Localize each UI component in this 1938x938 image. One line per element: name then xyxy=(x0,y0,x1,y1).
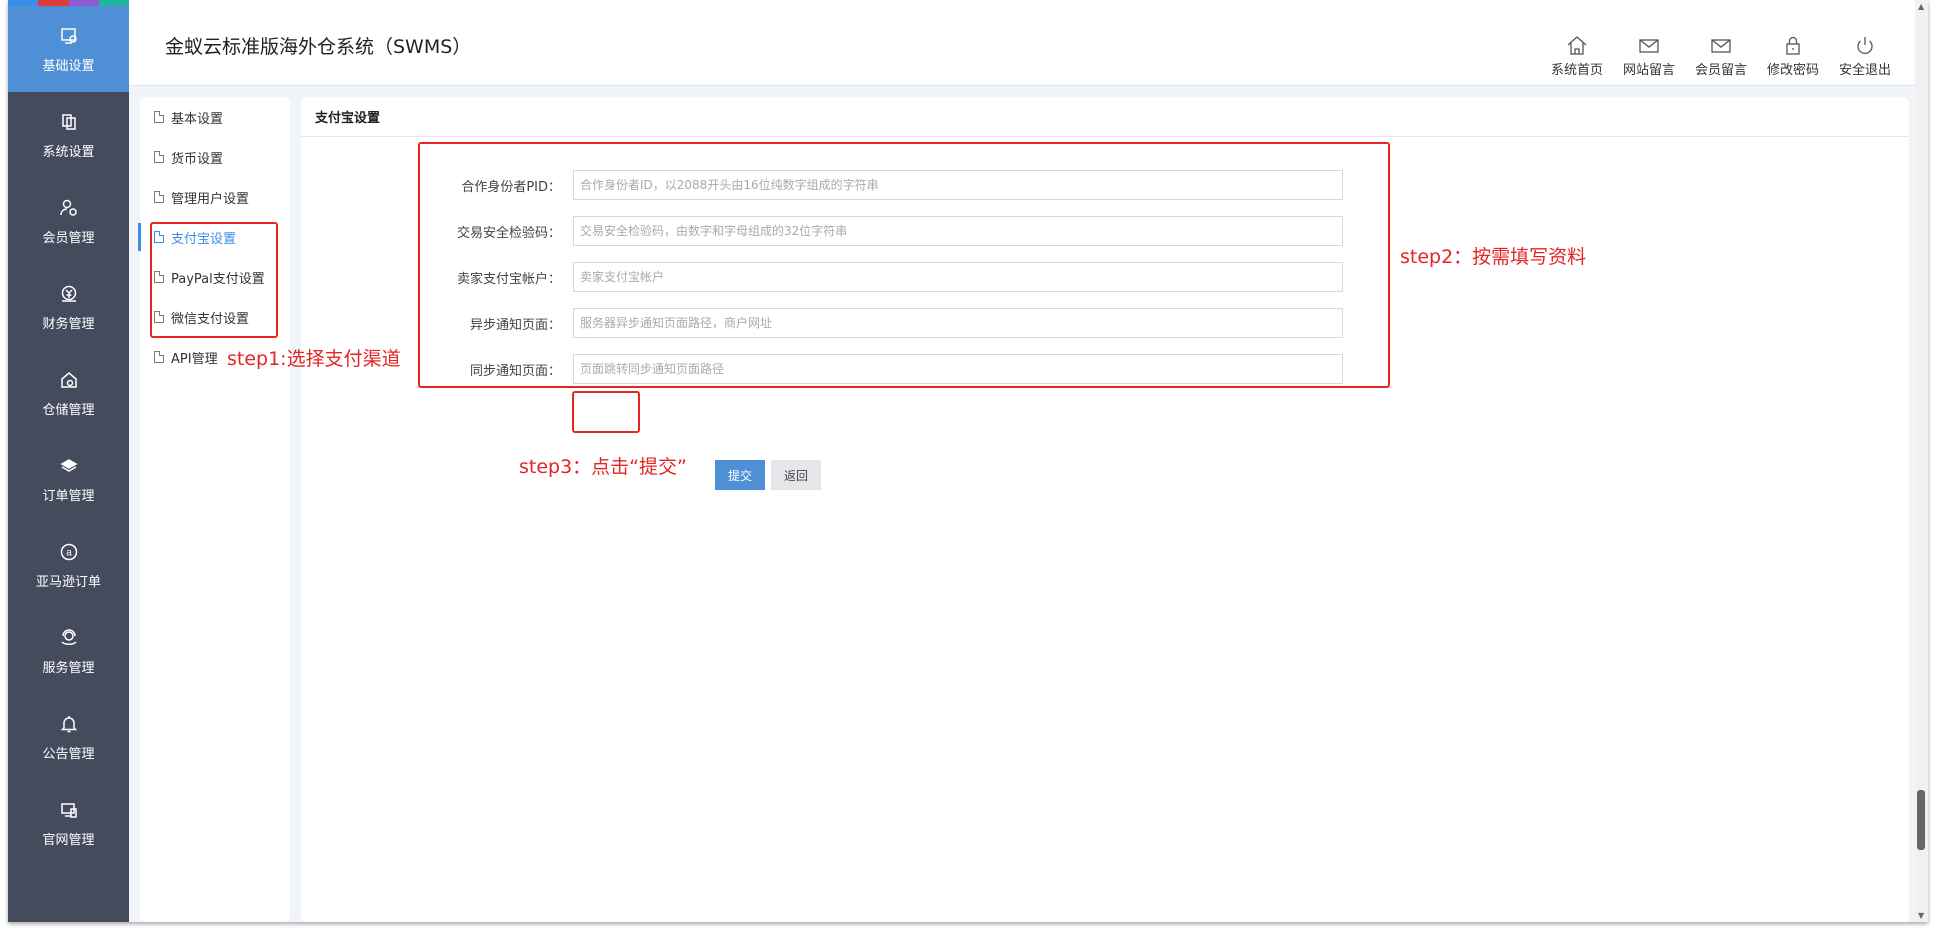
sidebar-item-order-management[interactable]: 订单管理 xyxy=(8,436,129,522)
scroll-up-icon[interactable]: ▲ xyxy=(1918,2,1924,11)
sidebar-item-website-management[interactable]: 官网管理 xyxy=(8,780,129,866)
scroll-down-icon[interactable]: ▼ xyxy=(1918,911,1924,920)
mail-icon xyxy=(1711,39,1731,53)
sidebar-item-basic-settings[interactable]: 基础设置 xyxy=(8,6,129,92)
settings-screen-icon xyxy=(58,25,80,47)
sidebar-item-member-management[interactable]: 会员管理 xyxy=(8,178,129,264)
step2-highlight-box xyxy=(418,142,1390,388)
tool-label: 安全退出 xyxy=(1838,63,1891,78)
sidebar-item-label: 基础设置 xyxy=(42,58,95,74)
sidebar-item-label: 官网管理 xyxy=(42,832,95,848)
logout-button[interactable]: 安全退出 xyxy=(1836,34,1894,78)
tool-label: 会员留言 xyxy=(1694,63,1747,78)
sidebar-item-amazon-orders[interactable]: a 亚马逊订单 xyxy=(8,522,129,608)
step1-note: step1:选择支付渠道 xyxy=(227,348,401,370)
vertical-scrollbar[interactable]: ▲ ▼ xyxy=(1915,0,1928,922)
home-button[interactable]: 系统首页 xyxy=(1548,34,1606,78)
header-toolbar: 系统首页 网站留言 会员留言 修改密码 安全退出 xyxy=(1548,34,1894,78)
bell-icon xyxy=(58,713,80,735)
subnav-label: 货币设置 xyxy=(171,151,224,167)
sidebar-item-label: 服务管理 xyxy=(42,660,95,676)
website-icon xyxy=(58,799,80,821)
main-sidebar: 基础设置 系统设置 会员管理 财务管理 仓储管理 订单管理 a 亚马逊订单 服务 xyxy=(8,0,129,922)
tool-label: 修改密码 xyxy=(1766,63,1819,78)
app-title: 金蚁云标准版海外仓系统（SWMS） xyxy=(165,36,472,58)
top-header: 金蚁云标准版海外仓系统（SWMS） 系统首页 网站留言 会员留言 修改密码 安全… xyxy=(129,0,1928,86)
subnav-label: 管理用户设置 xyxy=(171,191,250,207)
sidebar-item-label: 财务管理 xyxy=(42,316,95,332)
lock-icon xyxy=(1786,36,1800,55)
warehouse-icon xyxy=(58,369,80,391)
step3-note: step3：点击“提交” xyxy=(519,456,687,478)
step1-highlight-box xyxy=(150,222,278,338)
svg-text:a: a xyxy=(66,547,72,558)
panel-title: 支付宝设置 xyxy=(301,97,1909,137)
mail-icon xyxy=(1639,39,1659,53)
amazon-icon: a xyxy=(58,541,80,563)
site-messages-button[interactable]: 网站留言 xyxy=(1620,34,1678,78)
tool-label: 网站留言 xyxy=(1622,63,1675,78)
sidebar-item-system-settings[interactable]: 系统设置 xyxy=(8,92,129,178)
step3-highlight-box xyxy=(572,391,640,433)
sidebar-item-label: 亚马逊订单 xyxy=(35,574,101,590)
member-messages-button[interactable]: 会员留言 xyxy=(1692,34,1750,78)
layers-icon xyxy=(58,455,80,477)
sidebar-item-label: 会员管理 xyxy=(42,230,95,246)
tool-label: 系统首页 xyxy=(1550,63,1603,78)
submit-button[interactable]: 提交 xyxy=(715,460,766,490)
scrollbar-thumb[interactable] xyxy=(1917,790,1925,850)
app-window: 基础设置 系统设置 会员管理 财务管理 仓储管理 订单管理 a 亚马逊订单 服务 xyxy=(8,0,1928,922)
sidebar-item-label: 系统设置 xyxy=(42,144,95,160)
settings-subnav: 基本设置 货币设置 管理用户设置 支付宝设置 PayPal支付设置 微信支付设置… xyxy=(138,97,290,922)
sidebar-item-label: 公告管理 xyxy=(42,746,95,762)
copy-icon xyxy=(58,111,80,133)
form-actions: 提交 返回 xyxy=(715,460,822,490)
home-icon xyxy=(1567,36,1587,55)
subnav-label: 基本设置 xyxy=(171,111,224,127)
power-icon xyxy=(1857,37,1873,55)
document-icon xyxy=(154,351,164,363)
sidebar-item-warehouse-management[interactable]: 仓储管理 xyxy=(8,350,129,436)
document-icon xyxy=(154,191,164,203)
user-gear-icon xyxy=(58,197,80,219)
sidebar-item-service-management[interactable]: 服务管理 xyxy=(8,608,129,694)
back-button[interactable]: 返回 xyxy=(771,460,822,490)
sidebar-item-finance-management[interactable]: 财务管理 xyxy=(8,264,129,350)
money-icon xyxy=(58,283,80,305)
document-icon xyxy=(154,111,164,123)
sidebar-item-label: 订单管理 xyxy=(42,488,95,504)
subnav-item-admin-users[interactable]: 管理用户设置 xyxy=(140,177,290,217)
subnav-item-currency[interactable]: 货币设置 xyxy=(140,137,290,177)
subnav-label: API管理 xyxy=(171,351,218,367)
step2-note: step2：按需填写资料 xyxy=(1400,246,1587,268)
subnav-item-basic[interactable]: 基本设置 xyxy=(140,97,290,137)
sidebar-item-label: 仓储管理 xyxy=(42,402,95,418)
service-icon xyxy=(58,627,80,649)
document-icon xyxy=(154,151,164,163)
sidebar-item-announcement-management[interactable]: 公告管理 xyxy=(8,694,129,780)
change-password-button[interactable]: 修改密码 xyxy=(1764,34,1822,78)
